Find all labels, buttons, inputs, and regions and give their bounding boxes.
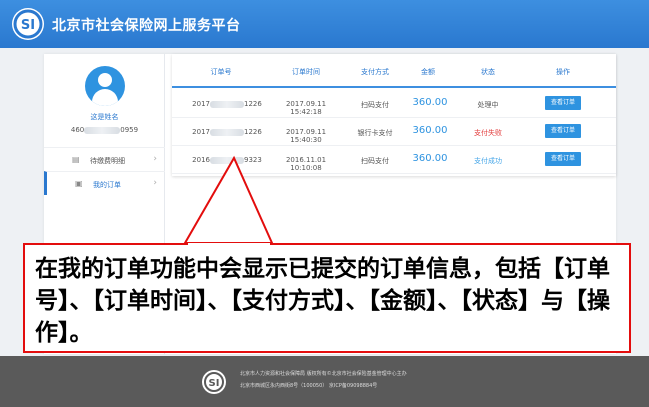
footer-address: 北京市西城区永内西街8号（100050） 京ICP备09098884号 [240,383,378,389]
svg-text:SI: SI [209,378,220,389]
pointer-join [188,243,270,246]
footer: SI 北京市人力资源和社会保障局 版权所有©北京市社会保险基金管理中心主办 北京… [0,356,649,407]
footer-logo-icon: SI [200,368,228,396]
annotation-callout: 在我的订单功能中会显示已提交的订单信息，包括【订单号】、【订单时间】、【支付方式… [23,243,631,353]
annotation-text: 在我的订单功能中会显示已提交的订单信息，包括【订单号】、【订单时间】、【支付方式… [35,255,610,346]
footer-copyright: 北京市人力资源和社会保障局 版权所有©北京市社会保险基金管理中心主办 [240,371,407,377]
